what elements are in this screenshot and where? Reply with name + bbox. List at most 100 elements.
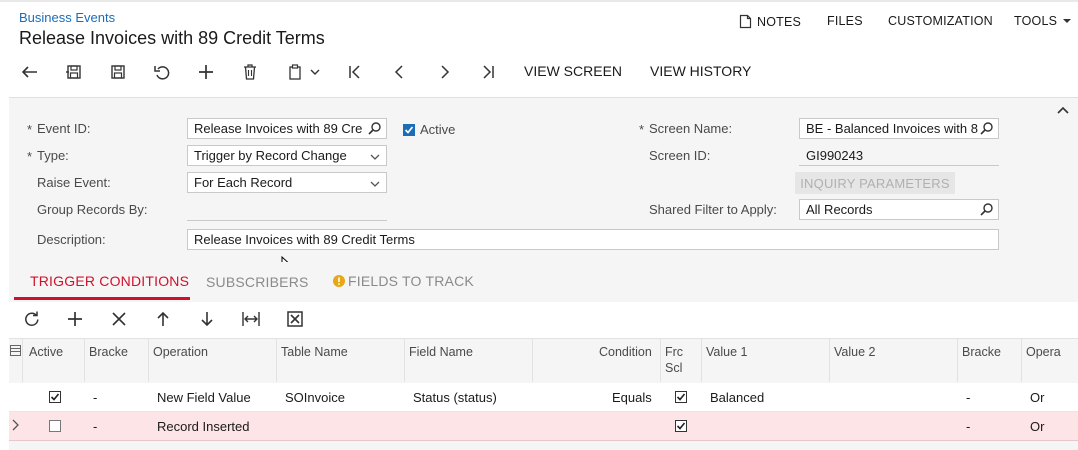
event-id-field[interactable]: Release Invoices with 89 Cre <box>187 118 387 139</box>
tab-fields-to-track-label: FIELDS TO TRACK <box>348 273 474 289</box>
cell-field-name[interactable]: Status (status) <box>413 390 497 405</box>
cell-operation[interactable]: New Field Value <box>157 390 251 405</box>
save-close-icon <box>66 65 81 79</box>
refresh-icon[interactable] <box>24 311 40 327</box>
add-button[interactable] <box>192 60 220 84</box>
search-icon[interactable] <box>980 121 994 135</box>
cell-value1[interactable]: Balanced <box>710 390 764 405</box>
cell-operator[interactable]: Or <box>1030 390 1044 405</box>
next-record-button[interactable] <box>430 60 458 84</box>
breadcrumb[interactable]: Business Events <box>19 10 115 25</box>
fit-columns-icon[interactable] <box>242 311 260 327</box>
col-header-condition[interactable]: Condition <box>599 345 652 359</box>
close-icon[interactable] <box>112 312 126 326</box>
cell-operator[interactable]: Or <box>1030 419 1044 434</box>
notes-label: NOTES <box>757 14 802 29</box>
cell-bracket2[interactable]: - <box>966 390 970 405</box>
clipboard-icon <box>289 64 301 80</box>
arrow-down-icon[interactable] <box>200 311 214 327</box>
tab-trigger-conditions[interactable]: TRIGGER CONDITIONS <box>30 273 189 289</box>
check-icon <box>50 393 60 401</box>
group-records-label: Group Records By: <box>37 202 148 217</box>
row-from-schema-checkbox[interactable] <box>675 420 687 432</box>
inquiry-parameters-button[interactable]: INQUIRY PARAMETERS <box>795 172 955 194</box>
col-header-field-name[interactable]: Field Name <box>409 345 473 359</box>
cell-bracket[interactable]: - <box>93 419 97 434</box>
col-header-bracket[interactable]: Bracke <box>89 345 128 359</box>
first-record-button[interactable] <box>341 60 369 84</box>
export-excel-icon[interactable] <box>287 311 303 327</box>
top-border <box>0 0 1078 2</box>
page-title: Release Invoices with 89 Credit Terms <box>19 28 325 48</box>
type-value: Trigger by Record Change <box>194 148 347 163</box>
col-header-table-name[interactable]: Table Name <box>281 345 348 359</box>
event-id-label: Event ID: <box>37 121 91 136</box>
cell-condition[interactable]: Equals <box>612 390 652 405</box>
back-button[interactable] <box>16 60 44 84</box>
cell-operation[interactable]: Record Inserted <box>157 419 250 434</box>
group-records-field[interactable] <box>187 199 387 221</box>
check-icon <box>676 393 686 401</box>
clipboard-button[interactable] <box>282 60 326 84</box>
cell-bracket2[interactable]: - <box>966 419 970 434</box>
shared-filter-field[interactable]: All Records <box>799 199 999 220</box>
tab-fields-to-track[interactable]: FIELDS TO TRACK <box>333 273 474 289</box>
tools-button[interactable]: TOOLS <box>1014 14 1072 28</box>
delete-button[interactable] <box>236 60 264 84</box>
view-screen-button[interactable]: VIEW SCREEN <box>524 63 622 79</box>
column-separator <box>532 338 533 382</box>
collapse-icon[interactable] <box>1057 106 1069 116</box>
customization-button[interactable]: CUSTOMIZATION <box>888 14 993 28</box>
first-icon <box>349 65 360 79</box>
notes-button[interactable]: NOTES <box>739 14 801 29</box>
description-label: Description: <box>37 232 106 247</box>
tab-subscribers[interactable]: SUBSCRIBERS <box>206 274 309 290</box>
shared-filter-value: All Records <box>806 202 873 217</box>
col-header-active[interactable]: Active <box>29 345 63 359</box>
tools-label: TOOLS <box>1014 14 1058 28</box>
save-icon <box>111 65 125 79</box>
cell-table-name[interactable]: SOInvoice <box>285 390 345 405</box>
checkbox-checked-icon <box>403 123 415 136</box>
column-settings-icon[interactable] <box>10 345 21 356</box>
trash-icon <box>244 64 256 80</box>
row-from-schema-checkbox[interactable] <box>675 391 687 403</box>
view-history-button[interactable]: VIEW HISTORY <box>650 63 751 79</box>
search-icon[interactable] <box>980 202 994 216</box>
description-field[interactable]: Release Invoices with 89 Credit Terms <box>187 229 999 250</box>
active-checkbox[interactable]: Active <box>403 122 455 137</box>
cell-bracket[interactable]: - <box>93 390 97 405</box>
type-dropdown[interactable]: Trigger by Record Change <box>187 145 387 166</box>
plus-icon[interactable] <box>67 311 83 327</box>
files-button[interactable]: FILES <box>827 14 863 28</box>
chevron-left-icon <box>394 65 403 79</box>
back-arrow-icon <box>21 66 37 78</box>
column-separator <box>829 338 830 382</box>
screen-name-field[interactable]: BE - Balanced Invoices with 8 <box>799 118 999 139</box>
col-header-bracket2[interactable]: Bracke <box>962 345 1001 359</box>
col-header-from-schema[interactable]: Frc <box>665 345 683 359</box>
raise-event-dropdown[interactable]: For Each Record <box>187 172 387 193</box>
plus-icon <box>199 65 213 79</box>
col-header-value2[interactable]: Value 2 <box>834 345 875 359</box>
search-icon[interactable] <box>368 121 382 135</box>
col-header-value1[interactable]: Value 1 <box>706 345 747 359</box>
undo-icon <box>154 66 170 80</box>
column-separator <box>84 338 85 382</box>
col-header-operation[interactable]: Operation <box>153 345 208 359</box>
note-icon <box>739 14 752 29</box>
last-record-button[interactable] <box>474 60 502 84</box>
cancel-button[interactable] <box>148 60 176 84</box>
previous-record-button[interactable] <box>386 60 414 84</box>
save-button[interactable] <box>104 60 132 84</box>
required-mark: * <box>27 122 33 137</box>
row-active-checkbox[interactable] <box>49 420 61 432</box>
column-separator <box>276 338 277 382</box>
arrow-up-icon[interactable] <box>156 311 170 327</box>
column-separator <box>404 338 405 382</box>
col-header-operator[interactable]: Opera <box>1026 345 1061 359</box>
event-id-value: Release Invoices with 89 Cre <box>194 121 363 136</box>
save-and-close-button[interactable] <box>60 60 88 84</box>
row-active-checkbox[interactable] <box>49 391 61 403</box>
column-separator <box>701 338 702 382</box>
